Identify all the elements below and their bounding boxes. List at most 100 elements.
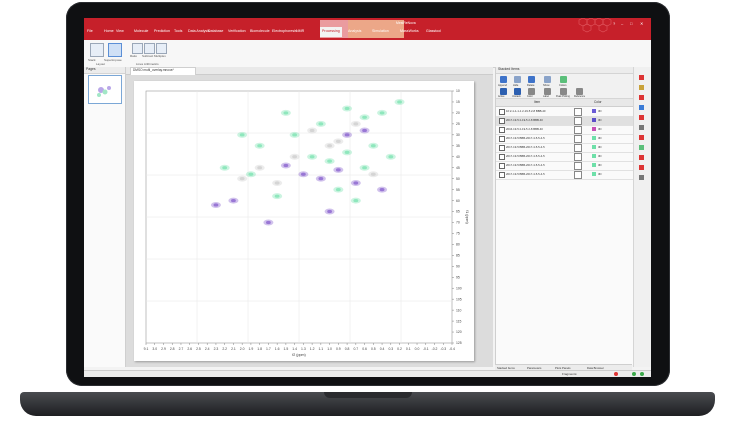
ribbon-tab-nmr[interactable]: NMR xyxy=(296,29,304,33)
ribbon-tab-prediction[interactable]: Prediction xyxy=(154,29,170,33)
ribbon-tab-view[interactable]: View xyxy=(116,29,124,33)
y-axis-label: f1 (ppm) xyxy=(465,210,469,223)
pages-pane-header: Pages xyxy=(84,67,125,74)
tool-blue-icon[interactable] xyxy=(639,105,644,110)
item-name: 2017-19-5 BBB-2017-4-5-5-4-5 xyxy=(506,136,545,140)
item-checkbox[interactable] xyxy=(499,118,505,124)
ribbon-tab-molecule[interactable]: Molecule xyxy=(134,29,148,33)
item-checkbox[interactable] xyxy=(499,163,505,169)
item-color-swatch[interactable] xyxy=(592,145,596,149)
item-checkbox[interactable] xyxy=(499,136,505,142)
delete-icon[interactable] xyxy=(528,76,535,83)
x-tick-label: 2.7 xyxy=(179,347,184,351)
peak-core xyxy=(248,172,254,176)
item-color-swatch[interactable] xyxy=(592,163,596,167)
peak-core xyxy=(344,106,350,111)
hide-icon[interactable] xyxy=(514,76,521,83)
item-name: 2017-19-5 BBB-2017-4-5-5-4-5 xyxy=(506,163,545,167)
ribbon-tab-simulation[interactable]: Simulation xyxy=(372,29,389,33)
tool-red-6-icon[interactable] xyxy=(639,165,644,170)
peak-core xyxy=(353,198,359,203)
tool-red-4-icon[interactable] xyxy=(639,135,644,140)
item-type-icon xyxy=(574,108,582,116)
x-tick-label: 0.9 xyxy=(336,347,341,351)
peak-picking-icon[interactable] xyxy=(560,88,567,95)
subtract-button[interactable] xyxy=(144,43,155,54)
x-tick-label: 2.3 xyxy=(214,347,219,351)
item-checkbox[interactable] xyxy=(499,145,505,151)
ribbon-tab-biomolecule[interactable]: Biomolecule xyxy=(250,29,270,33)
multiplex-button[interactable] xyxy=(156,43,167,54)
item-color-label: 3D xyxy=(598,109,602,113)
peak-core xyxy=(318,177,324,181)
label-icon[interactable] xyxy=(544,88,551,95)
ribbon-tab-data-analysis[interactable]: Data Analysis xyxy=(188,29,210,33)
item-checkbox[interactable] xyxy=(499,172,505,178)
tool-grey-icon[interactable] xyxy=(639,125,644,130)
append-icon[interactable] xyxy=(500,76,507,83)
item-checkbox[interactable] xyxy=(499,127,505,133)
page-thumbnail[interactable] xyxy=(88,75,122,104)
tool-red-5-icon[interactable] xyxy=(639,155,644,160)
tool-green-icon[interactable] xyxy=(639,145,644,150)
item-color-swatch[interactable] xyxy=(592,109,596,113)
x-tick-label: 1.1 xyxy=(318,347,323,351)
tool-red-icon[interactable] xyxy=(639,75,644,80)
item-type-icon xyxy=(574,117,582,125)
delete-label: Delete xyxy=(527,84,535,87)
ratio-label: Ratio xyxy=(130,54,138,58)
minimize-button[interactable]: – xyxy=(621,21,623,26)
peak-core xyxy=(300,172,306,176)
hsqc-spectrum-chart[interactable]: 9.1 3.0 2.9 2.8 2.7 2.6 2.5 2.4 2.3 2.2 2.1 2.0 1.9 1… xyxy=(134,81,474,361)
ribbon-tab-processing[interactable]: Processing xyxy=(320,27,342,37)
status-green-2-icon xyxy=(640,372,644,376)
item-color-swatch[interactable] xyxy=(592,154,596,158)
ribbon-tab-electrophoresis[interactable]: Electrophoresis xyxy=(272,29,297,33)
item-color-swatch[interactable] xyxy=(592,136,596,140)
colors-icon[interactable] xyxy=(560,76,567,83)
item-color-swatch[interactable] xyxy=(592,127,596,131)
item-checkbox[interactable] xyxy=(499,154,505,160)
document-tab[interactable]: DMSO multi_overlay.mnova* xyxy=(130,67,196,75)
active-icon[interactable] xyxy=(500,88,507,95)
ribbon-tab-massworks[interactable]: MassWorks xyxy=(400,29,419,33)
ribbon-tab-verification[interactable]: Verification xyxy=(228,29,246,33)
tool-red-3-icon[interactable] xyxy=(639,115,644,120)
maximize-button[interactable]: □ xyxy=(630,21,632,26)
ribbon-tab-tools[interactable]: Tools xyxy=(174,29,182,33)
ratio-button[interactable] xyxy=(132,43,143,54)
ribbon-tab-analysis[interactable]: Analysis xyxy=(348,29,361,33)
page-sheet[interactable]: 9.1 3.0 2.9 2.8 2.7 2.6 2.5 2.4 2.3 2.2 2.1 2.0 1.9 1… xyxy=(134,81,474,361)
x-tick-label: 1.8 xyxy=(257,347,262,351)
tool-red-2-icon[interactable] xyxy=(639,95,644,100)
ribbon-tab-database[interactable]: Database xyxy=(208,29,223,33)
item-color-swatch[interactable] xyxy=(592,118,596,122)
tool-grey-2-icon[interactable] xyxy=(639,175,644,180)
ribbon-tab-file[interactable]: File xyxy=(87,29,93,33)
show-icon[interactable] xyxy=(544,76,551,83)
color-icon[interactable] xyxy=(528,88,535,95)
reference-icon[interactable] xyxy=(576,88,583,95)
superimpose-button[interactable] xyxy=(108,43,122,57)
group-label-arithmetics: Lines Arithmetics xyxy=(136,62,159,66)
ribbon-tab-glasstool[interactable]: Glasstool xyxy=(426,29,441,33)
unstack-icon[interactable] xyxy=(514,88,521,95)
item-type-icon xyxy=(574,153,582,161)
peak-core xyxy=(222,166,228,170)
peak-core xyxy=(353,181,359,185)
tool-yellow-icon[interactable] xyxy=(639,85,644,90)
stacked-item-row[interactable]: 2017-19-5 BBB-2017-4-5-5-4-5 3D xyxy=(496,170,633,180)
document-tab-bar: DMSO multi_overlay.mnova* xyxy=(126,67,493,75)
y-tick-label: 110 xyxy=(456,308,462,312)
item-color-swatch[interactable] xyxy=(592,172,596,176)
help-button[interactable]: ? xyxy=(613,21,615,26)
close-button[interactable]: ✕ xyxy=(640,21,643,26)
ribbon-tab-home[interactable]: Home xyxy=(104,29,114,33)
item-type-icon xyxy=(574,126,582,134)
y-tick-label: 95 xyxy=(456,275,460,279)
hexagon-decoration-icon xyxy=(578,18,612,33)
item-checkbox[interactable] xyxy=(499,109,505,115)
peak-core xyxy=(231,198,236,203)
stack-button[interactable] xyxy=(90,43,104,57)
item-name: 2016-19-5 2-19-5 2-8 BBB-40 xyxy=(506,127,543,131)
